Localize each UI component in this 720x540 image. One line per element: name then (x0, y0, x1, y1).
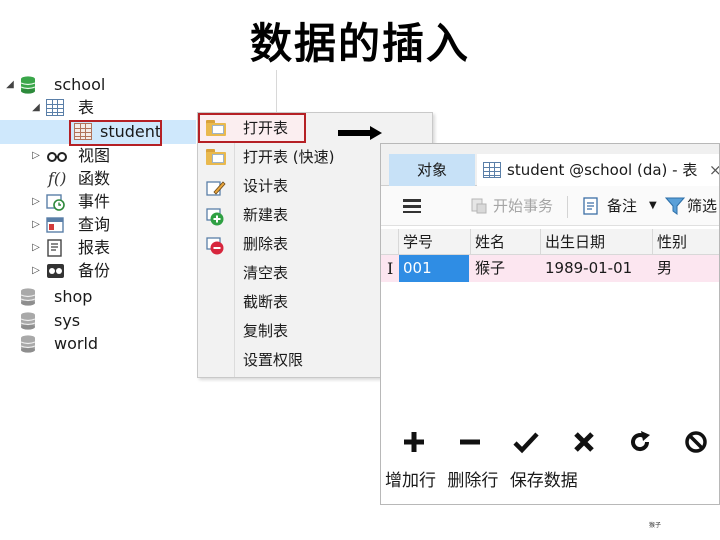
delete-row-button[interactable] (455, 426, 485, 458)
tree-item-label: sys (54, 311, 81, 330)
add-row-label: 增加行 (385, 471, 436, 491)
student-highlight-box (69, 120, 162, 146)
row-indicator-header (381, 229, 399, 255)
table-header: 学号 姓名 出生日期 性别 (381, 229, 719, 255)
checkmark-icon (513, 432, 539, 454)
dropdown-arrow-icon[interactable]: ▼ (649, 186, 657, 226)
tree-item-label: 视图 (78, 146, 111, 165)
menu-item-open-table[interactable]: 打开表 (198, 114, 434, 143)
menu-item-label: 删除表 (243, 235, 289, 253)
toolbar-separator (567, 196, 568, 218)
menu-item-label: 清空表 (243, 264, 289, 282)
tab-student-table[interactable]: student @school (da) - 表 × (477, 154, 719, 186)
menu-item-label: 新建表 (243, 206, 289, 224)
report-icon (46, 239, 64, 257)
footer-watermark-text: 猴子 (649, 522, 662, 529)
column-header-id[interactable]: 学号 (399, 229, 471, 255)
refresh-icon (631, 431, 650, 452)
slide-title: 数据的插入 (249, 19, 470, 68)
table-cell-gender[interactable]: 男 (653, 255, 719, 282)
table-cell-id[interactable]: 001 (399, 255, 469, 282)
tree-item-label: 报表 (78, 238, 111, 257)
database-gray-icon (20, 335, 38, 353)
menu-item-label: 打开表 (快速) (243, 148, 335, 166)
table-cell-name[interactable]: 猴子 (471, 255, 541, 282)
design-pencil-icon (206, 178, 226, 196)
tree-item-label: 备份 (78, 261, 111, 280)
tree-item-label: school (54, 75, 106, 94)
collapsed-icon[interactable]: ▷ (30, 190, 42, 213)
table-cell-birthdate[interactable]: 1989-01-01 (541, 255, 653, 282)
transaction-icon (471, 198, 487, 214)
tree-item-label: 函数 (78, 169, 111, 188)
column-header-name[interactable]: 姓名 (471, 229, 541, 255)
filter-funnel-icon (665, 197, 685, 215)
database-green-icon (20, 76, 38, 94)
column-header-gender[interactable]: 性别 (653, 229, 719, 255)
backup-icon (46, 262, 64, 279)
event-clock-icon (46, 193, 65, 211)
delete-red-icon (206, 236, 226, 255)
collapsed-icon[interactable]: ▷ (30, 144, 42, 167)
tab-bar: 对象 student @school (da) - 表 × (381, 144, 719, 186)
database-gray-icon (20, 288, 38, 306)
add-row-button[interactable] (399, 426, 429, 458)
begin-transaction-label: 开始事务 (493, 197, 554, 215)
open-folder-icon (206, 149, 226, 167)
close-icon[interactable]: × (709, 154, 719, 186)
memo-icon (583, 197, 598, 215)
tab-objects[interactable]: 对象 (389, 154, 475, 186)
stop-icon (685, 431, 707, 453)
expanded-icon[interactable]: ◢ (30, 96, 42, 119)
menu-item-label: 打开表 (243, 119, 289, 137)
collapsed-icon[interactable]: ▷ (30, 259, 42, 282)
minus-icon (460, 439, 480, 445)
text-cursor-icon: I (387, 259, 394, 278)
table-icon (483, 162, 501, 178)
expanded-icon[interactable]: ◢ (4, 73, 16, 96)
action-labels: 增加行 删除行 保存数据 (385, 466, 584, 491)
x-mark-icon (574, 432, 594, 452)
delete-row-label: 删除行 (447, 471, 499, 491)
save-data-button[interactable] (511, 426, 541, 458)
stop-button[interactable] (681, 426, 711, 458)
tree-item-label: 查询 (78, 215, 111, 234)
memo-label: 备注 (607, 197, 638, 215)
function-icon: f() (48, 169, 67, 188)
row-action-bar (381, 426, 719, 462)
menu-item-label: 设置权限 (243, 351, 304, 369)
query-icon (46, 216, 64, 233)
plus-icon (404, 432, 424, 452)
tree-item-label: world (54, 334, 99, 353)
refresh-button[interactable] (625, 426, 655, 458)
glasses-icon (46, 147, 67, 164)
database-gray-icon (20, 312, 38, 330)
discard-changes-button[interactable] (569, 426, 599, 458)
table-window: 对象 student @school (da) - 表 × 开始事务 备注 ▼ … (380, 143, 720, 505)
menu-hamburger-icon[interactable] (403, 199, 421, 213)
menu-item-label: 复制表 (243, 322, 289, 340)
tree-item-label: shop (54, 287, 93, 306)
add-green-icon (206, 207, 226, 226)
save-data-label: 保存数据 (509, 471, 578, 491)
tree-item-label: 表 (78, 98, 95, 117)
menu-item-label: 设计表 (243, 177, 289, 195)
table-row[interactable]: I 001 猴子 1989-01-01 男 (381, 255, 719, 282)
column-header-birthdate[interactable]: 出生日期 (541, 229, 653, 255)
tree-item-label: 事件 (78, 192, 111, 211)
filter-label: 筛选 (687, 197, 718, 215)
table-icon (46, 99, 64, 116)
collapsed-icon[interactable]: ▷ (30, 213, 42, 236)
open-folder-icon (206, 120, 226, 138)
menu-item-label: 截断表 (243, 293, 289, 311)
toolbar: 开始事务 备注 ▼ 筛选 (381, 186, 719, 226)
collapsed-icon[interactable]: ▷ (30, 236, 42, 259)
tab-label: student @school (da) - 表 (507, 161, 698, 179)
right-arrow-icon (338, 126, 382, 140)
